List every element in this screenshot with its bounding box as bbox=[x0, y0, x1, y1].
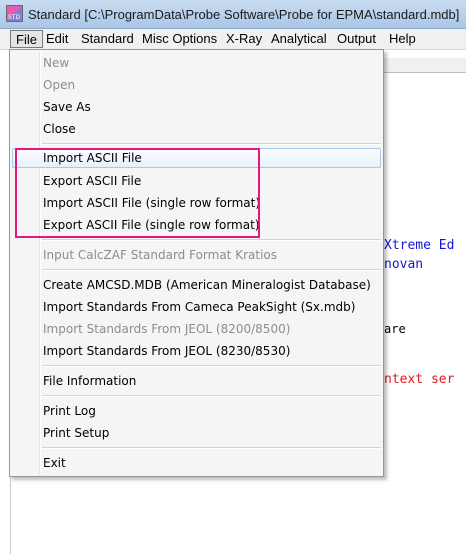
menu-standard[interactable]: Standard bbox=[76, 30, 139, 48]
window-title: Standard [C:\ProgramData\Probe Software\… bbox=[28, 7, 460, 22]
menu-item-file-information[interactable]: File Information bbox=[12, 371, 381, 391]
menu-item-input-calczaf-kratios[interactable]: Input CalcZAF Standard Format Kratios bbox=[12, 245, 381, 265]
menu-item-print-log[interactable]: Print Log bbox=[12, 401, 381, 421]
log-text-line: are bbox=[384, 322, 406, 336]
toolbar-strip bbox=[384, 58, 466, 73]
file-menu-dropdown: New Open Save As Close Import ASCII File… bbox=[9, 49, 384, 477]
menu-separator bbox=[42, 395, 381, 397]
menu-help[interactable]: Help bbox=[384, 30, 421, 48]
menu-separator bbox=[42, 269, 381, 271]
menu-item-exit[interactable]: Exit bbox=[12, 453, 381, 473]
app-icon-label: STD bbox=[8, 14, 21, 21]
title-bar: STD Standard [C:\ProgramData\Probe Softw… bbox=[0, 0, 466, 29]
menu-item-import-jeol-8230[interactable]: Import Standards From JEOL (8230/8530) bbox=[12, 341, 381, 361]
menu-item-import-jeol-8200[interactable]: Import Standards From JEOL (8200/8500) bbox=[12, 319, 381, 339]
log-text-line: Xtreme Ed bbox=[384, 238, 455, 253]
app-icon[interactable]: STD bbox=[6, 5, 23, 22]
menu-separator bbox=[42, 143, 381, 145]
menu-item-close[interactable]: Close bbox=[12, 119, 381, 139]
menu-separator bbox=[42, 239, 381, 241]
menu-item-print-setup[interactable]: Print Setup bbox=[12, 423, 381, 443]
menu-item-import-cameca[interactable]: Import Standards From Cameca PeakSight (… bbox=[12, 297, 381, 317]
menu-bar: File Edit Standard Misc Options X-Ray An… bbox=[0, 29, 466, 50]
menu-misc-options[interactable]: Misc Options bbox=[137, 30, 222, 48]
menu-item-save-as[interactable]: Save As bbox=[12, 97, 381, 117]
menu-item-create-amcsd[interactable]: Create AMCSD.MDB (American Mineralogist … bbox=[12, 275, 381, 295]
menu-x-ray[interactable]: X-Ray bbox=[221, 30, 267, 48]
log-text-line: novan bbox=[384, 257, 424, 272]
highlight-annotation-box bbox=[15, 148, 260, 238]
menu-analytical[interactable]: Analytical bbox=[266, 30, 332, 48]
menu-edit[interactable]: Edit bbox=[41, 30, 73, 48]
menu-item-open[interactable]: Open bbox=[12, 75, 381, 95]
menu-output[interactable]: Output bbox=[332, 30, 381, 48]
log-text-line: ntext ser bbox=[384, 372, 455, 387]
menu-item-new[interactable]: New bbox=[12, 53, 381, 73]
menu-separator bbox=[42, 447, 381, 449]
menu-file[interactable]: File bbox=[10, 30, 43, 48]
menu-separator bbox=[42, 365, 381, 367]
